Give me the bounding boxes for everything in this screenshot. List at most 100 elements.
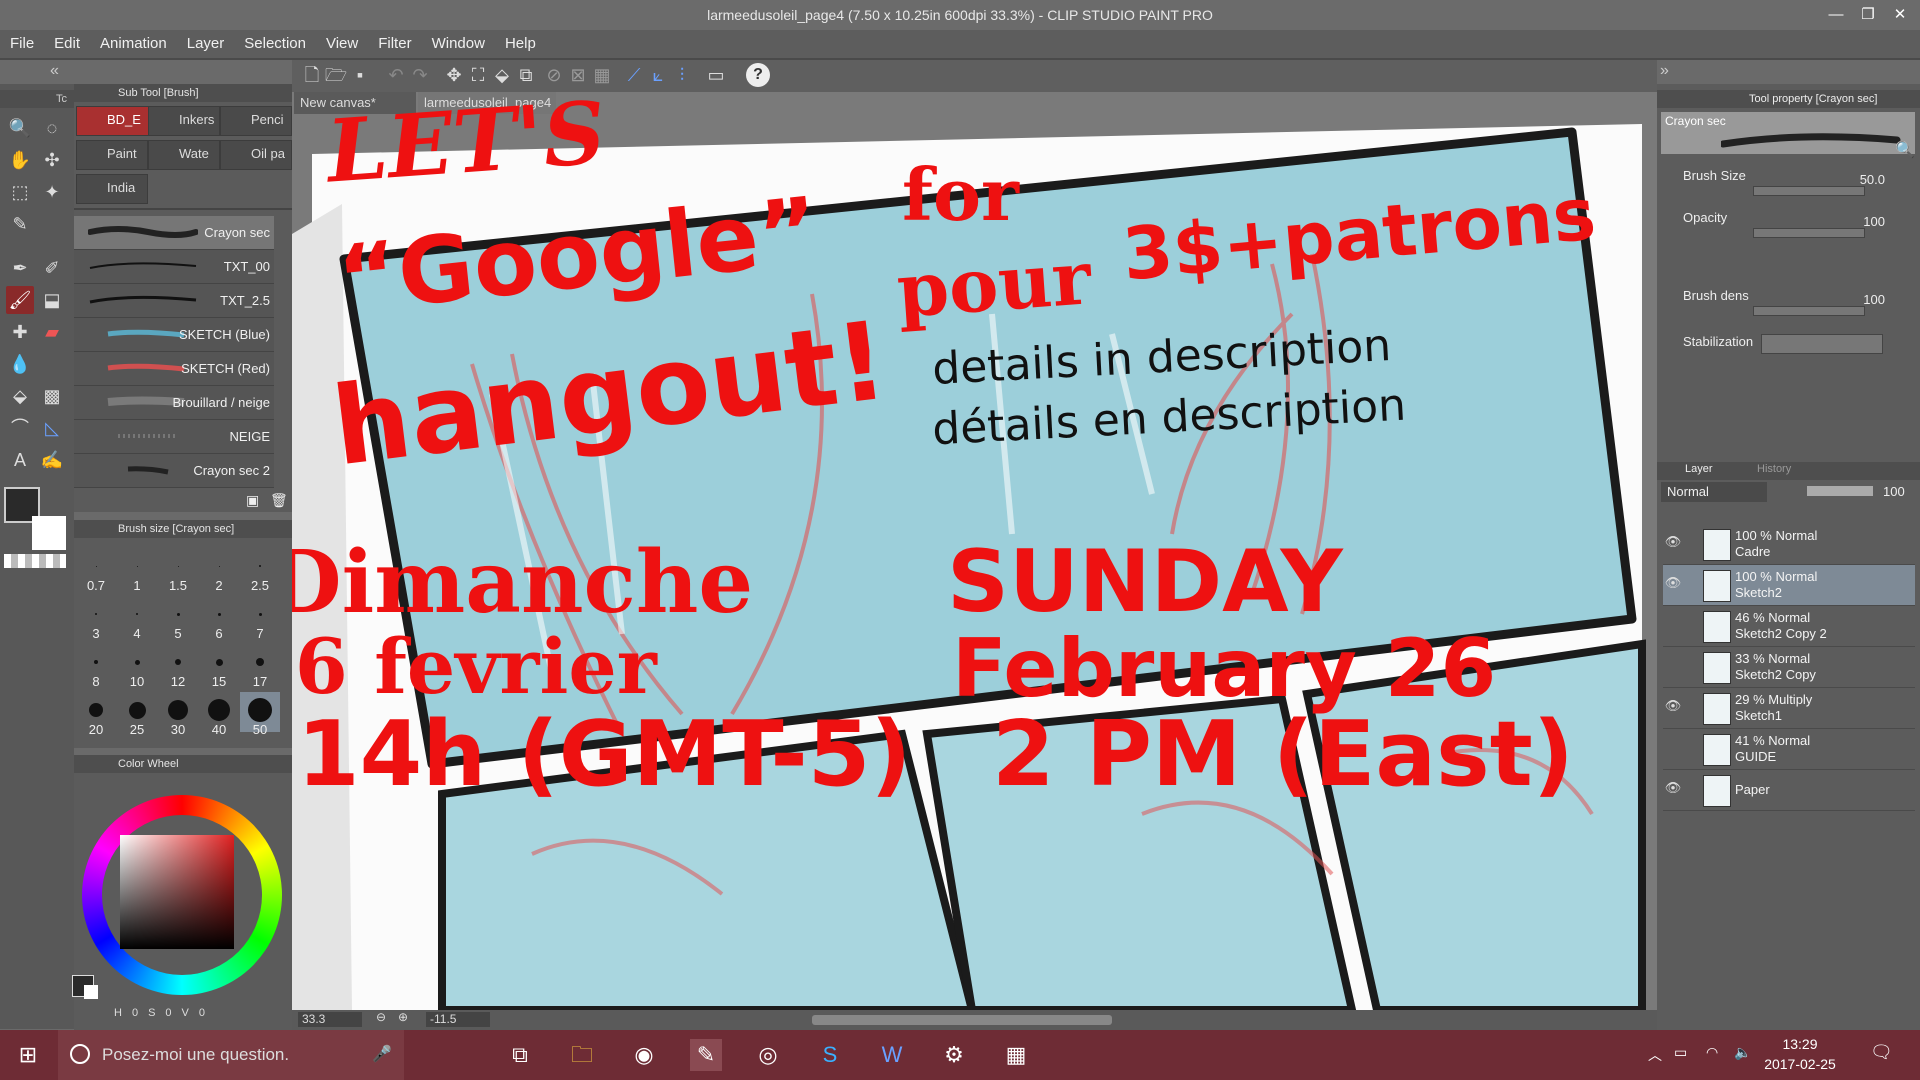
clear-icon[interactable]: ✥ <box>442 63 466 87</box>
brush-size-option[interactable]: 2 <box>199 548 239 593</box>
menu-layer[interactable]: Layer <box>177 30 235 58</box>
brush-size-option[interactable]: 25 <box>117 692 157 737</box>
minimize-button[interactable]: — <box>1820 0 1852 30</box>
brush-size-slider[interactable] <box>1753 186 1865 196</box>
brush-tool-icon[interactable]: 🖌 <box>6 286 34 314</box>
subtool-group-paint[interactable]: Paint <box>76 140 148 170</box>
zoom-readout[interactable]: 33.3 <box>298 1012 362 1027</box>
undo-icon[interactable]: ↶ <box>384 63 408 87</box>
brush-size-option[interactable]: 5 <box>158 596 198 641</box>
menu-animation[interactable]: Animation <box>90 30 177 58</box>
brush-size-option[interactable]: 8 <box>76 644 116 689</box>
menu-help[interactable]: Help <box>495 30 546 58</box>
layer-opacity-value[interactable]: 100 <box>1883 484 1905 499</box>
subtool-group-india-ink[interactable]: India <box>76 174 148 204</box>
delete-subtool-icon[interactable]: 🗑 <box>270 492 288 509</box>
operation-tool-icon[interactable]: ✋ <box>6 146 34 174</box>
windows-start-icon[interactable]: ⊞ <box>12 1039 44 1071</box>
stabilization-control[interactable] <box>1761 334 1883 354</box>
layer-row[interactable]: 33 % Normal Sketch2 Copy <box>1663 647 1915 688</box>
canvas-area[interactable]: New canvas* larmeedusoleil_page4 LET'S “… <box>292 92 1657 1010</box>
microphone-icon[interactable]: 🎤 <box>372 1044 392 1064</box>
show-hidden-icons-icon[interactable]: ︿ <box>1648 1045 1662 1065</box>
brush-size-option[interactable]: 10 <box>117 644 157 689</box>
brush-item-txt-25[interactable]: TXT_2.5 <box>74 284 274 318</box>
hue-ring[interactable] <box>82 795 282 995</box>
decoration-tool-icon[interactable]: ✚ <box>6 318 34 346</box>
battery-icon[interactable]: ▭ <box>1674 1044 1687 1061</box>
select-all-icon[interactable]: ▦ <box>590 63 614 87</box>
calculator-icon[interactable]: ▦ <box>1000 1039 1032 1071</box>
collapse-right-icon[interactable]: » <box>1660 62 1669 80</box>
airbrush-tool-icon[interactable]: ⬓ <box>38 286 66 314</box>
brush-size-option[interactable]: 2.5 <box>240 548 280 593</box>
angle-readout[interactable]: -11.5 <box>426 1012 490 1027</box>
horizontal-scrollbar[interactable] <box>812 1015 1112 1025</box>
brush-size-option[interactable]: 15 <box>199 644 239 689</box>
move-layer-tool-icon[interactable]: ✣ <box>38 146 66 174</box>
brush-density-value[interactable]: 100 <box>1835 292 1885 307</box>
redo-icon[interactable]: ↷ <box>408 63 432 87</box>
menu-view[interactable]: View <box>316 30 368 58</box>
cortana-search-box[interactable]: Posez-moi une question. 🎤 <box>58 1030 404 1080</box>
fill-icon[interactable]: ⬙ <box>490 63 514 87</box>
fill-tool-icon[interactable]: ⬙ <box>6 382 34 410</box>
deselect-icon[interactable]: ⊘ <box>542 63 566 87</box>
layer-row[interactable]: 👁 100 % Normal Sketch2 <box>1663 565 1915 606</box>
opacity-value[interactable]: 100 <box>1835 214 1885 229</box>
brush-item-sketch-blue[interactable]: SKETCH (Blue) <box>74 318 274 352</box>
open-file-icon[interactable]: 🗁 <box>324 63 348 87</box>
visibility-eye-icon[interactable] <box>1663 739 1683 759</box>
wifi-icon[interactable]: ◠ <box>1706 1044 1718 1061</box>
new-file-icon[interactable]: 🗋 <box>300 63 324 87</box>
settings-gear-icon[interactable]: ⚙ <box>938 1039 970 1071</box>
clock-date[interactable]: 2017-02-25 <box>1762 1056 1838 1072</box>
menu-filter[interactable]: Filter <box>368 30 421 58</box>
brush-item-brouillard[interactable]: Brouillard / neige <box>74 386 274 420</box>
volume-icon[interactable]: 🔈 <box>1734 1044 1751 1061</box>
figure-tool-icon[interactable]: ⌒ <box>6 414 34 442</box>
task-view-icon[interactable]: ⧉ <box>504 1039 536 1071</box>
file-explorer-icon[interactable]: 🗀 <box>566 1039 598 1071</box>
pen-tool-icon[interactable]: ✒ <box>6 254 34 282</box>
window-layout-icon[interactable]: ▭ <box>704 63 728 87</box>
opacity-slider[interactable] <box>1753 228 1865 238</box>
brush-size-value[interactable]: 50.0 <box>1835 172 1885 187</box>
clip-studio-icon[interactable]: ✎ <box>690 1039 722 1071</box>
pencil-tool-icon[interactable]: ✐ <box>38 254 66 282</box>
subtool-group-watercolor[interactable]: Wate <box>148 140 220 170</box>
gradient-tool-icon[interactable]: ▩ <box>38 382 66 410</box>
brush-preset-preview[interactable]: Crayon sec <box>1661 112 1915 154</box>
zoom-in-icon[interactable]: ⊕ <box>398 1010 408 1024</box>
save-icon[interactable]: ▪ <box>348 63 372 87</box>
eraser-tool-icon[interactable]: ▰ <box>38 318 66 346</box>
visibility-eye-icon[interactable]: 👁 <box>1663 575 1683 595</box>
blend-mode-select[interactable]: Normal <box>1661 482 1767 502</box>
balloon-tool-icon[interactable]: ✍ <box>38 446 66 474</box>
brush-size-option[interactable]: 12 <box>158 644 198 689</box>
visibility-eye-icon[interactable] <box>1663 657 1683 677</box>
visibility-eye-icon[interactable]: 👁 <box>1663 534 1683 554</box>
add-subtool-icon[interactable]: ▣ <box>246 492 259 509</box>
visibility-eye-icon[interactable]: 👁 <box>1663 698 1683 718</box>
clock-time[interactable]: 13:29 <box>1770 1036 1830 1052</box>
visibility-eye-icon[interactable]: 👁 <box>1663 780 1683 800</box>
ruler-tool-icon[interactable]: ◺ <box>38 414 66 442</box>
blend-tool-icon[interactable]: 💧 <box>6 350 34 378</box>
brush-item-crayon-sec-2[interactable]: Crayon sec 2 <box>74 454 274 488</box>
brush-size-option[interactable]: 17 <box>240 644 280 689</box>
grid-snap-icon[interactable]: ⫶ <box>670 63 694 87</box>
sub-color-swatch[interactable] <box>32 516 66 550</box>
brush-item-neige[interactable]: NEIGE <box>74 420 274 454</box>
brush-size-option[interactable]: 1.5 <box>158 548 198 593</box>
brush-size-option[interactable]: 30 <box>158 692 198 737</box>
special-ruler-snap-icon[interactable]: ⟀ <box>646 63 670 87</box>
ruler-snap-icon[interactable]: ⟋ <box>622 63 646 87</box>
move-tool-icon[interactable]: ◌ <box>38 114 66 142</box>
brush-size-option[interactable]: 50 <box>240 692 280 737</box>
word-icon[interactable]: W <box>876 1039 908 1071</box>
selection-tool-icon[interactable]: ⬚ <box>6 178 34 206</box>
magnifier-icon[interactable]: 🔍 <box>1895 140 1915 160</box>
transform-icon[interactable]: ⛶ <box>466 63 490 87</box>
brush-density-slider[interactable] <box>1753 306 1865 316</box>
